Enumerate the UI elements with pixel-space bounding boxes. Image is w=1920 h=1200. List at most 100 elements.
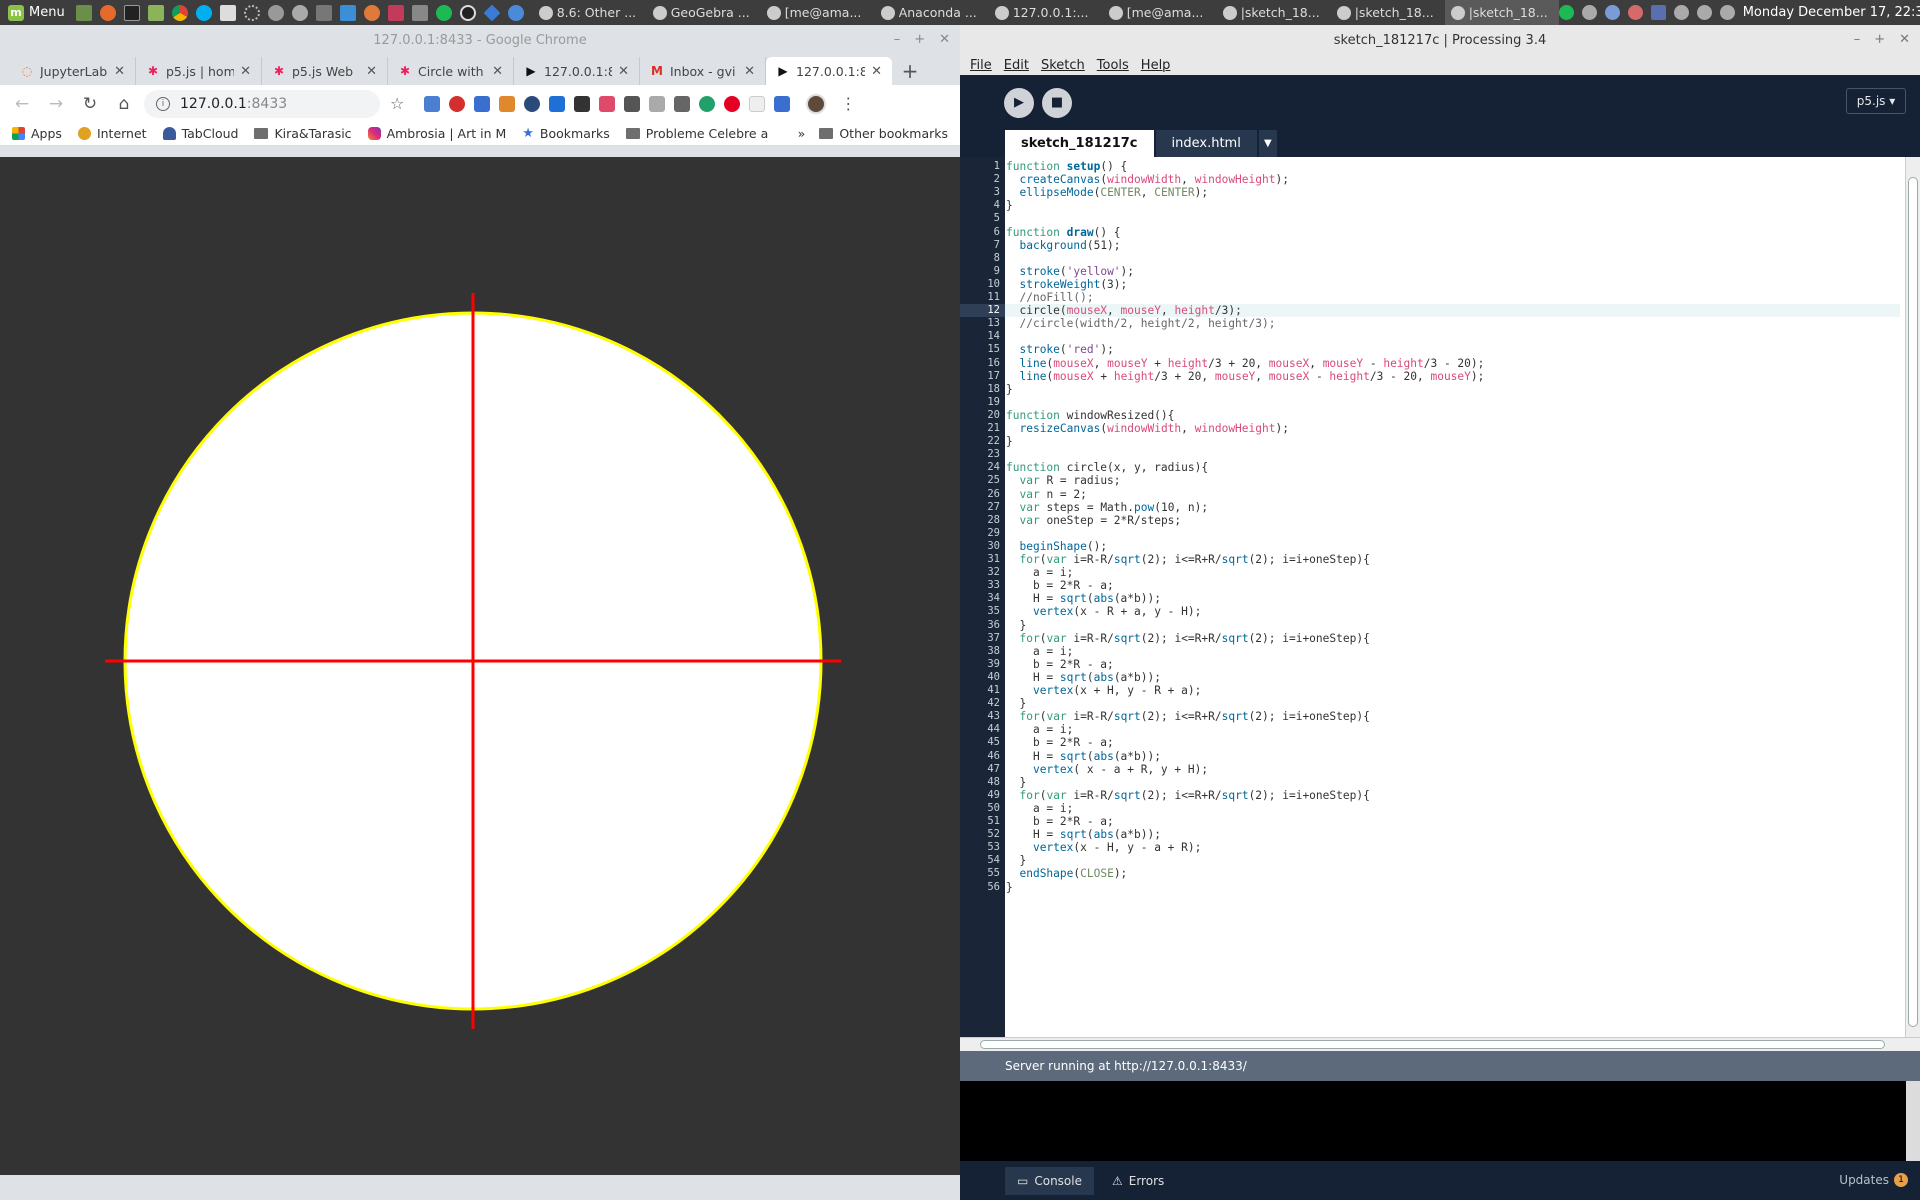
code-line[interactable]: function windowResized(){	[1005, 409, 1900, 422]
console-output[interactable]	[960, 1081, 1920, 1161]
code-line[interactable]: //circle(width/2, height/2, height/3);	[1005, 317, 1900, 330]
p5-canvas[interactable]	[0, 157, 960, 1175]
chrome-icon[interactable]	[169, 3, 191, 23]
menu-edit[interactable]: Edit	[1004, 58, 1029, 73]
code-line[interactable]: resizeCanvas(windowWidth, windowHeight);	[1005, 422, 1900, 435]
code-line[interactable]: for(var i=R-R/sqrt(2); i<=R+R/sqrt(2); i…	[1005, 789, 1900, 802]
chat-extension-icon[interactable]	[424, 95, 441, 112]
kebab-menu-icon[interactable]: ⋮	[840, 94, 856, 113]
code-line[interactable]: }	[1005, 199, 1900, 212]
task-item-8[interactable]: |sketch_18...	[1331, 0, 1445, 25]
info-icon[interactable]: i	[156, 96, 170, 111]
code-line[interactable]: line(mouseX + height/3 + 20, mouseY, mou…	[1005, 370, 1900, 383]
new-tab-button[interactable]: +	[896, 57, 924, 85]
tab-close-icon[interactable]: ✕	[744, 64, 755, 79]
bookmark-tabcloud[interactable]: TabCloud	[162, 126, 238, 141]
code-line[interactable]: var oneStep = 2*R/steps;	[1005, 514, 1900, 527]
tab-jupyterlab[interactable]: ◌ JupyterLab ✕	[10, 57, 136, 85]
task-item-3[interactable]: [me@ama...	[761, 0, 875, 25]
code-line[interactable]: b = 2*R - a;	[1005, 815, 1900, 828]
html-extension-icon[interactable]	[499, 95, 516, 112]
bookmarks-overflow-button[interactable]: »	[798, 126, 806, 141]
back-icon[interactable]: ←	[8, 90, 36, 118]
code-area[interactable]: function setup() { createCanvas(windowWi…	[1005, 157, 1905, 1037]
tab-p5js-web[interactable]: ✱ p5.js Web ✕	[262, 57, 388, 85]
code-line[interactable]: a = i;	[1005, 566, 1900, 579]
tab-localhost-active[interactable]: ▶ 127.0.0.1:8 ✕	[766, 57, 892, 85]
code-line[interactable]	[1005, 212, 1900, 225]
minimize-icon[interactable]: –	[1854, 32, 1861, 47]
terminal-icon[interactable]	[121, 3, 143, 23]
bookmark-star-icon[interactable]: ☆	[390, 94, 404, 113]
code-line[interactable]: function setup() {	[1005, 160, 1900, 173]
code-line[interactable]: b = 2*R - a;	[1005, 579, 1900, 592]
code-line[interactable]: vertex(x + H, y - R + a);	[1005, 684, 1900, 697]
tab-close-icon[interactable]: ✕	[240, 64, 251, 79]
code-editor[interactable]: 1 2 3 4 5 6 7 8 9 10 11 12 13 14 15 16 17 18 19 20 21 22 23 24 2…	[960, 157, 1920, 1051]
typora-icon[interactable]	[217, 3, 239, 23]
maximize-icon[interactable]: +	[1874, 32, 1885, 47]
tab-circle-with[interactable]: ✱ Circle with ✕	[388, 57, 514, 85]
code-line[interactable]: a = i;	[1005, 802, 1900, 815]
code-line[interactable]: ellipseMode(CENTER, CENTER);	[1005, 186, 1900, 199]
task-item-5[interactable]: 127.0.0.1:...	[989, 0, 1103, 25]
other-bookmarks[interactable]: Other bookmarks	[819, 126, 948, 141]
bookmark-internet[interactable]: Internet	[77, 126, 147, 141]
vertical-scroll-thumb[interactable]	[1908, 177, 1918, 1027]
code-line[interactable]: b = 2*R - a;	[1005, 658, 1900, 671]
tab-close-icon[interactable]: ✕	[618, 64, 629, 79]
volume-icon[interactable]	[1673, 5, 1689, 20]
files-icon[interactable]	[145, 3, 167, 23]
camera-icon[interactable]	[474, 95, 491, 112]
address-bar[interactable]: i 127.0.0.1:8433	[144, 89, 380, 118]
tab-errors[interactable]: ⚠ Errors	[1100, 1167, 1176, 1195]
code-line[interactable]	[1005, 527, 1900, 540]
cloud-extension-icon[interactable]	[524, 95, 541, 112]
code-line[interactable]	[1005, 396, 1900, 409]
bookmark-folder-kira[interactable]: Kira&Tarasic	[254, 126, 352, 141]
stop-button[interactable]: ■	[1042, 87, 1072, 118]
wifi-icon[interactable]	[1719, 5, 1735, 20]
maximize-icon[interactable]: +	[914, 32, 925, 47]
code-line[interactable]: vertex(x - R + a, y - H);	[1005, 605, 1900, 618]
obs-icon[interactable]	[457, 3, 479, 23]
code-line[interactable]: //noFill();	[1005, 291, 1900, 304]
code-line[interactable]: }	[1005, 776, 1900, 789]
horizontal-scrollbar[interactable]	[960, 1037, 1920, 1051]
code-line[interactable]: function draw() {	[1005, 226, 1900, 239]
task-item-4[interactable]: Anaconda ...	[875, 0, 989, 25]
code-line[interactable]: a = i;	[1005, 645, 1900, 658]
code-line[interactable]: line(mouseX, mouseY + height/3 + 20, mou…	[1005, 357, 1900, 370]
monitor-icon[interactable]	[313, 3, 335, 23]
flag-icon[interactable]	[1650, 5, 1666, 20]
code-line[interactable]: a = i;	[1005, 723, 1900, 736]
docs-extension-icon[interactable]	[549, 95, 566, 112]
close-icon[interactable]: ✕	[939, 32, 950, 47]
menu-file[interactable]: File	[970, 58, 992, 73]
code-line[interactable]	[1005, 330, 1900, 343]
network-manager-icon[interactable]	[1627, 5, 1643, 20]
code-line[interactable]: vertex(x - H, y - a + R);	[1005, 841, 1900, 854]
tab-p5js-home[interactable]: ✱ p5.js | hom ✕	[136, 57, 262, 85]
skype-icon[interactable]	[193, 3, 215, 23]
adblock-icon[interactable]	[449, 95, 466, 112]
menu-tools[interactable]: Tools	[1097, 58, 1129, 73]
code-line[interactable]: H = sqrt(abs(a*b));	[1005, 828, 1900, 841]
code-line[interactable]: H = sqrt(abs(a*b));	[1005, 592, 1900, 605]
menu-help[interactable]: Help	[1141, 58, 1171, 73]
code-line[interactable]: H = sqrt(abs(a*b));	[1005, 671, 1900, 684]
mail-icon[interactable]	[674, 95, 691, 112]
spotify-tray-icon[interactable]	[1558, 5, 1574, 20]
tab-sketch[interactable]: sketch_181217c	[1005, 130, 1154, 157]
code-line[interactable]: stroke('red');	[1005, 343, 1900, 356]
horizontal-scroll-thumb[interactable]	[980, 1040, 1885, 1049]
media-icon[interactable]	[289, 3, 311, 23]
code-line[interactable]: createCanvas(windowWidth, windowHeight);	[1005, 173, 1900, 186]
close-icon[interactable]: ✕	[1899, 32, 1910, 47]
disks-icon[interactable]	[265, 3, 287, 23]
code-line[interactable]: }	[1005, 854, 1900, 867]
code-line[interactable]: background(51);	[1005, 239, 1900, 252]
code-line[interactable]: function circle(x, y, radius){	[1005, 461, 1900, 474]
code-line[interactable]: strokeWeight(3);	[1005, 278, 1900, 291]
code-line[interactable]: endShape(CLOSE);	[1005, 867, 1900, 880]
